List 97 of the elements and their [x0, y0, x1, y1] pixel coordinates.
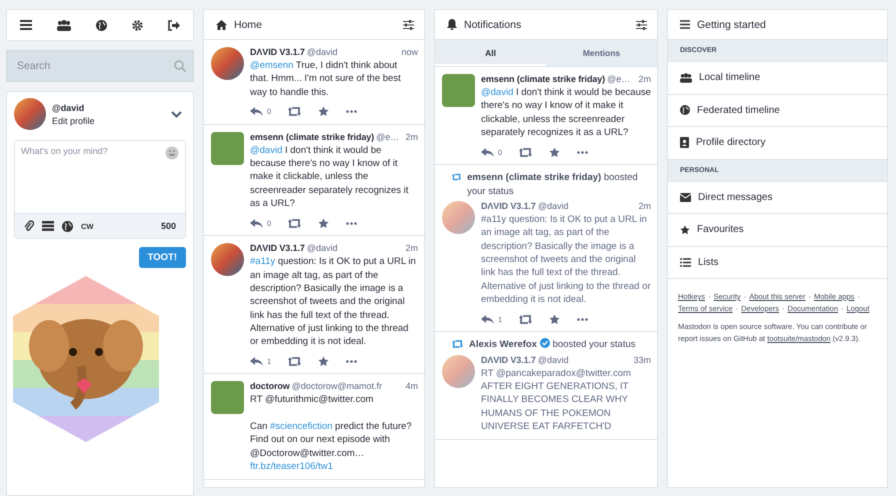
globe-icon[interactable] — [62, 220, 73, 232]
status-time[interactable]: now — [401, 47, 418, 57]
avatar[interactable] — [211, 132, 244, 165]
author-name[interactable]: DΛVID V3.1.7 — [481, 201, 536, 212]
status-text: @david I don't think it would be because there's no way I know of it make it clickable, unless the screenreader separately recognizes it as a URL? — [481, 86, 651, 140]
author-handle: @e… — [607, 74, 630, 84]
status-time[interactable]: 4m — [405, 381, 418, 392]
status-time[interactable]: 33m — [633, 354, 651, 365]
status-text: RT @futurithmic@twitter.com Can #sciencefiction predict the future? Find out on our next episode with @Doctorow@twitter.com… ftr.bz/teaser106/tw1 — [250, 393, 413, 474]
menu-item[interactable]: Favourites — [668, 214, 887, 246]
status-text: @emsenn True, I didn't think about that. Hmm... I'm not sure of the best way to handle this. — [250, 59, 402, 99]
star-icon[interactable] — [318, 218, 330, 229]
paperclip-icon[interactable] — [24, 220, 34, 232]
more-icon[interactable] — [346, 360, 358, 363]
author-name[interactable]: emsenn (climate strike friday) — [250, 132, 374, 142]
author-handle: @david — [306, 243, 338, 254]
menu-icon — [680, 20, 690, 29]
edit-profile-link[interactable]: Edit profile — [52, 116, 165, 126]
author-handle: @doctorow@mamot.fr — [292, 381, 382, 392]
more-icon[interactable] — [346, 110, 358, 114]
menu-icon[interactable] — [20, 20, 32, 30]
emoji-icon[interactable] — [165, 146, 179, 160]
author-name[interactable]: DΛVID V3.1.7 — [250, 47, 305, 57]
status-link[interactable]: @david — [481, 87, 514, 98]
bell-icon — [447, 19, 457, 30]
star-icon[interactable] — [549, 146, 560, 158]
status-time[interactable]: 2m — [638, 201, 651, 212]
search-field[interactable]: Search — [6, 50, 194, 82]
logout-icon[interactable] — [168, 20, 180, 30]
column-title: Getting started — [697, 18, 767, 30]
profile-card-icon — [680, 137, 689, 148]
more-icon[interactable] — [577, 150, 588, 154]
reply-icon[interactable] — [250, 218, 263, 228]
profile-handle: @david — [52, 102, 86, 112]
author-handle: @david — [538, 201, 568, 212]
author-handle: @david — [306, 47, 338, 57]
column-title: Home — [234, 18, 264, 30]
notification-text: Alexis Werefox boosted your status — [469, 338, 636, 352]
search-icon — [174, 60, 186, 72]
author-name[interactable]: emsenn (climate strike friday) — [481, 74, 606, 84]
reply-icon[interactable] — [250, 356, 263, 366]
boost-icon[interactable] — [288, 107, 302, 116]
people-icon — [680, 72, 692, 83]
globe-icon — [680, 105, 690, 116]
boost-icon[interactable] — [288, 218, 302, 228]
status-time[interactable]: 2m — [405, 243, 418, 254]
chevron-icon[interactable] — [171, 110, 182, 118]
status-link[interactable]: @emsenn — [250, 60, 294, 71]
star-icon[interactable] — [549, 314, 560, 325]
status-text: RT @pancakeparadox@twitter.com AFTER EIGHT GENERATIONS, IT FINALLY BECOMES CLEAR WHY HUMANS OF THE POKEMON UNIVERSE EAT FARFETCH'D — [481, 366, 632, 434]
status-text: @david I don't think it would be because there's no way I know of it make it clickable, unless the screenreader separately recognizes it as a URL? — [250, 144, 410, 210]
star-icon[interactable] — [318, 356, 330, 367]
filter-tab[interactable]: Mentions — [546, 40, 657, 66]
status-text: #a11y question: Is it OK to put a URL in an image alt tag, as part of the description? Basically the image is a screenshot of tweets and the original link has the full text of the thread. Alternative of just linking to the thread or embedding it is not ideal. — [250, 255, 417, 348]
author-name[interactable]: doctorow — [250, 381, 290, 392]
filter-tab[interactable]: All — [435, 40, 546, 66]
avatar[interactable] — [14, 98, 46, 130]
status-link[interactable]: #a11y — [250, 256, 276, 268]
avatar[interactable] — [211, 47, 244, 80]
status-time[interactable]: 2m — [638, 74, 651, 84]
people-icon[interactable] — [56, 20, 71, 30]
avatar[interactable] — [211, 381, 244, 414]
settings-icon[interactable] — [132, 20, 144, 30]
boost-icon[interactable] — [519, 148, 532, 157]
status-link[interactable]: @david — [250, 144, 282, 156]
author-handle: @david — [538, 354, 568, 365]
status-text: #a11y question: Is it OK to put a URL in an image alt tag, as part of the description? Basically the image is a screenshot of tweets and the original link has the full text of the thread. Alternative of just linking to the thread or embedding it is not ideal. — [481, 213, 651, 306]
settings-sliders-icon[interactable] — [636, 20, 647, 30]
author-handle: @e… — [376, 132, 400, 142]
reply-icon[interactable] — [481, 148, 494, 157]
boost-icon — [452, 173, 462, 182]
more-icon[interactable] — [577, 318, 588, 321]
author-name[interactable]: DΛVID V3.1.7 — [481, 354, 536, 365]
menu-item[interactable]: Federated timeline — [668, 94, 887, 127]
poll-icon[interactable] — [42, 221, 54, 231]
character-count: 500 — [160, 221, 176, 231]
status-time[interactable]: 2m — [405, 132, 418, 142]
settings-sliders-icon[interactable] — [403, 20, 414, 30]
reply-icon[interactable] — [481, 314, 494, 324]
menu-item[interactable]: Local timeline — [668, 62, 887, 94]
home-icon — [216, 20, 227, 30]
more-icon[interactable] — [346, 222, 358, 225]
reply-icon[interactable] — [250, 107, 263, 116]
menu-item[interactable]: Lists — [668, 246, 887, 279]
list-icon — [680, 258, 691, 267]
star-icon — [680, 224, 690, 235]
globe-icon[interactable] — [96, 20, 107, 30]
boost-icon — [452, 340, 463, 348]
boost-icon[interactable] — [519, 314, 532, 324]
boost-icon[interactable] — [288, 356, 302, 366]
avatar[interactable] — [211, 243, 244, 276]
notification-text: emsenn (climate strike friday) boosted your status — [467, 171, 639, 198]
column-title: Notifications — [464, 18, 522, 30]
envelope-icon — [680, 192, 691, 202]
menu-item[interactable]: Direct messages — [668, 182, 887, 214]
author-name[interactable]: DΛVID V3.1.7 — [250, 243, 305, 254]
star-icon[interactable] — [318, 106, 330, 118]
